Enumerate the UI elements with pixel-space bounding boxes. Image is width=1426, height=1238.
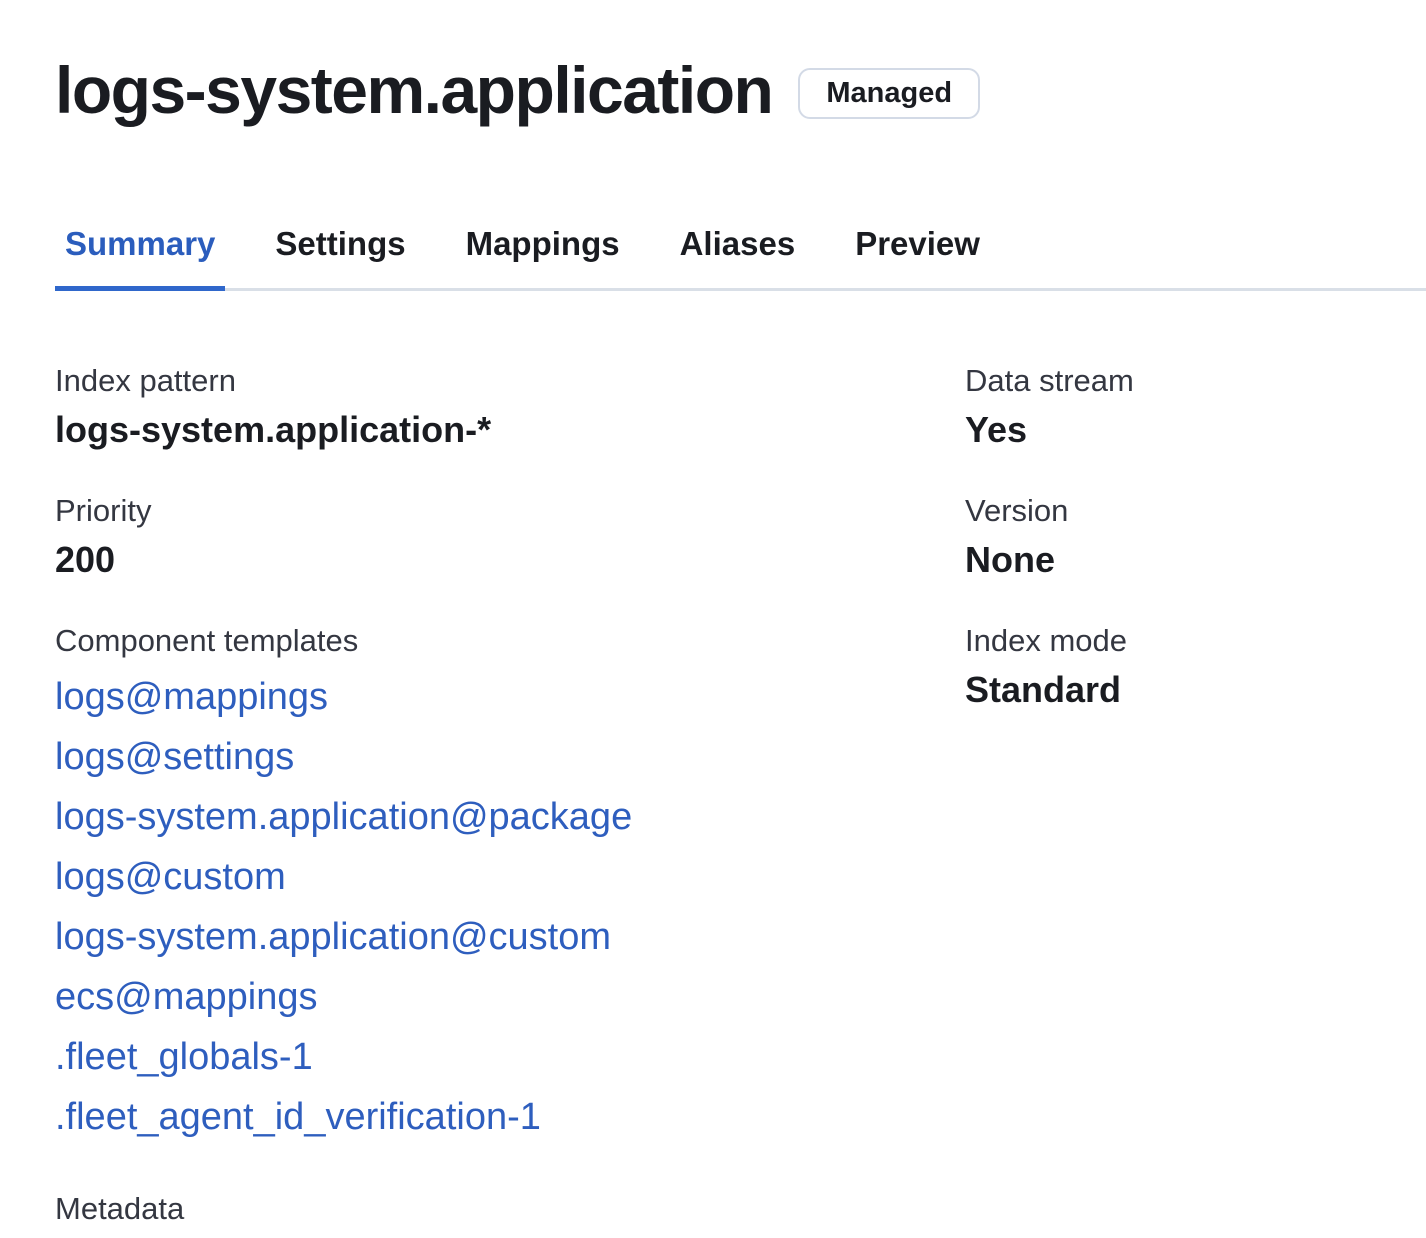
tab-aliases[interactable]: Aliases	[670, 224, 806, 291]
field-label: Data stream	[965, 361, 1426, 401]
tab-preview[interactable]: Preview	[845, 224, 990, 291]
component-template-link[interactable]: logs@mappings	[55, 667, 328, 727]
field-label: Index pattern	[55, 361, 965, 401]
tabs: Summary Settings Mappings Aliases Preview	[55, 224, 1426, 291]
summary-group: Version None	[965, 491, 1426, 583]
field-value: Yes	[965, 407, 1426, 453]
component-template-links: logs@mappingslogs@settingslogs-system.ap…	[55, 667, 965, 1147]
field-value: Standard	[965, 667, 1426, 713]
field-value: None	[965, 537, 1426, 583]
tab-mappings[interactable]: Mappings	[456, 224, 630, 291]
summary-group: Component templates logs@mappingslogs@set…	[55, 621, 965, 1147]
header: logs-system.application Managed	[55, 52, 1426, 128]
summary-group: Index mode Standard	[965, 621, 1426, 713]
tab-settings[interactable]: Settings	[265, 224, 415, 291]
metadata-section: Metadata	[55, 1189, 1426, 1238]
component-template-link[interactable]: .fleet_agent_id_verification-1	[55, 1087, 541, 1147]
tab-summary[interactable]: Summary	[55, 224, 225, 291]
field-label: Index mode	[965, 621, 1426, 661]
metadata-label: Metadata	[55, 1189, 1426, 1229]
summary-group: Index pattern logs-system.application-*	[55, 361, 965, 453]
summary-content: Index pattern logs-system.application-* Pr…	[55, 361, 1426, 1185]
component-template-link[interactable]: logs@settings	[55, 727, 294, 787]
field-label: Version	[965, 491, 1426, 531]
summary-column-left: Index pattern logs-system.application-* Pr…	[55, 361, 965, 1185]
component-template-link[interactable]: logs@custom	[55, 847, 286, 907]
field-label: Priority	[55, 491, 965, 531]
component-template-link[interactable]: logs-system.application@custom	[55, 907, 611, 967]
component-template-link[interactable]: ecs@mappings	[55, 967, 317, 1027]
summary-group: Priority 200	[55, 491, 965, 583]
component-template-link[interactable]: .fleet_globals-1	[55, 1027, 313, 1087]
summary-group: Data stream Yes	[965, 361, 1426, 453]
page-title: logs-system.application	[55, 52, 772, 128]
component-template-link[interactable]: logs-system.application@package	[55, 787, 632, 847]
summary-column-right: Data stream Yes Version None Index mode Stand…	[965, 361, 1426, 1185]
field-label: Component templates	[55, 621, 965, 661]
field-value: logs-system.application-*	[55, 407, 965, 453]
managed-badge: Managed	[798, 68, 980, 119]
field-value: 200	[55, 537, 965, 583]
template-details-panel: logs-system.application Managed SummaryS…	[0, 0, 1426, 1238]
